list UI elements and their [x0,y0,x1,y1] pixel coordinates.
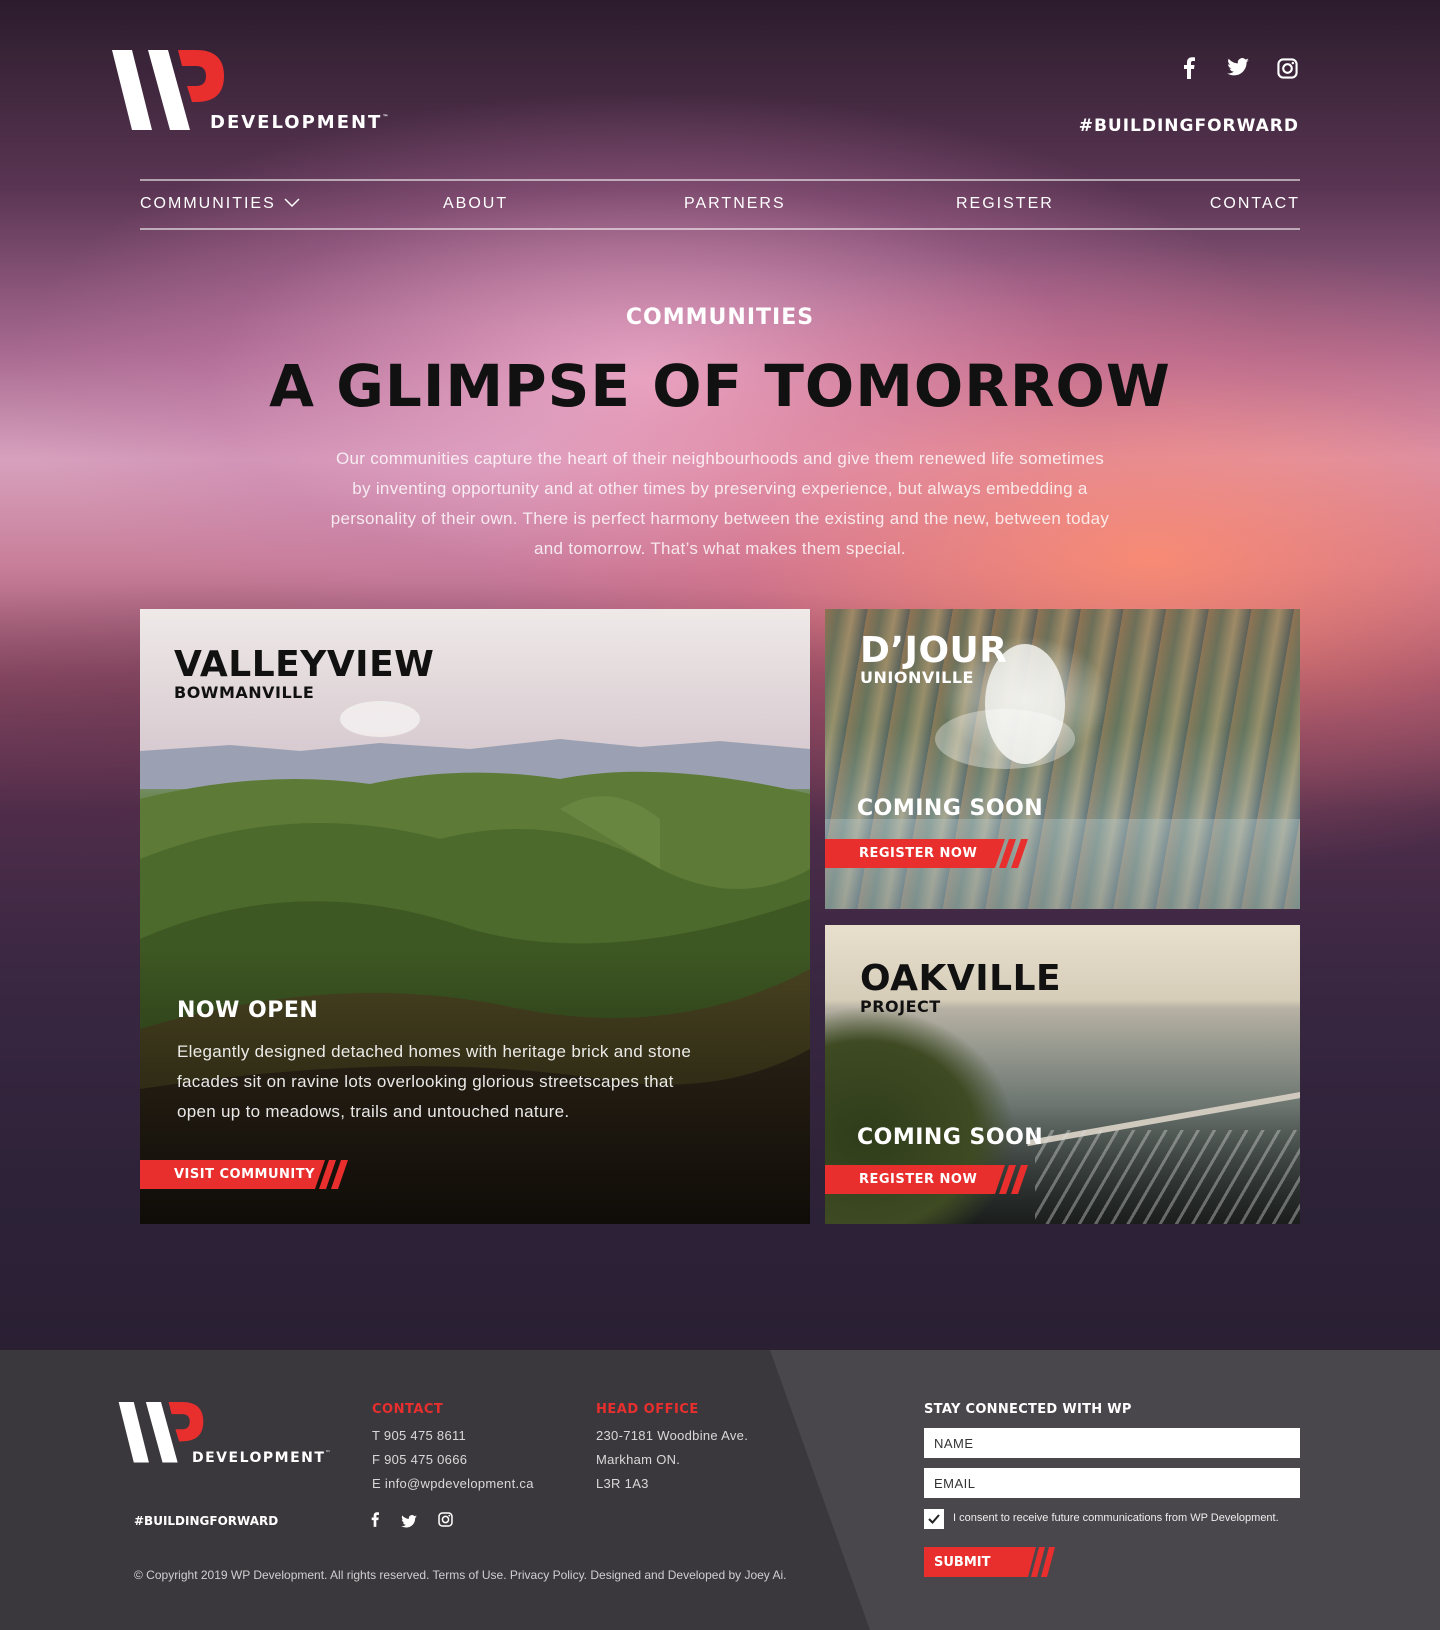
nav-item-register[interactable]: REGISTER [956,195,1054,213]
community-card-djour[interactable]: D’JOUR UNIONVILLE COMING SOON REGISTER N… [825,609,1300,909]
card-title: D’JOUR [860,630,1008,671]
twitter-icon[interactable] [401,1513,417,1532]
register-now-button[interactable]: REGISTER NOW [825,1165,1035,1194]
card-location: BOWMANVILLE [174,683,315,702]
footer-hashtag: #BUILDINGFORWARD [134,1514,279,1528]
nav-item-partners[interactable]: PARTNERS [684,195,786,213]
email-field[interactable] [924,1468,1300,1498]
contact-heading: CONTACT [372,1402,444,1417]
nav-item-contact[interactable]: CONTACT [1210,195,1300,213]
card-status: NOW OPEN [177,998,319,1023]
slash-decoration [1028,1547,1055,1577]
cta-label: REGISTER NOW [825,1165,995,1194]
checkmark-icon [928,1514,940,1524]
community-card-oakville[interactable]: OAKVILLE PROJECT COMING SOON REGISTER NO… [825,925,1300,1224]
contact-phone[interactable]: T 905 475 8611 [372,1428,466,1443]
cta-label: REGISTER NOW [825,839,995,868]
logo[interactable]: DEVELOPMENT™ [112,50,388,134]
nav-item-communities[interactable]: COMMUNITIES [140,195,300,213]
card-status: COMING SOON [857,1125,1044,1150]
office-heading: HEAD OFFICE [596,1402,699,1417]
logo-wordmark: DEVELOPMENT™ [210,112,389,133]
card-title: OAKVILLE [860,958,1062,999]
office-address-line2: Markham ON. [596,1452,681,1467]
logo-wordmark: DEVELOPMENT™ [192,1450,332,1466]
chevron-down-icon [284,195,300,213]
facebook-icon[interactable] [1183,57,1207,81]
copyright: © Copyright 2019 WP Development. All rig… [134,1568,787,1582]
footer: DEVELOPMENT™ #BUILDINGFORWARD CONTACT T … [0,1350,1440,1630]
consent-checkbox[interactable] [924,1509,944,1529]
submit-button[interactable]: SUBMIT [924,1547,1058,1577]
main-nav: COMMUNITIES ABOUT PARTNERS REGISTER CONT… [140,179,1300,230]
slash-decoration [315,1160,348,1189]
intro-paragraph: Our communities capture the heart of the… [330,449,1110,558]
cta-label: VISIT COMMUNITY [140,1160,315,1189]
contact-fax: F 905 475 0666 [372,1452,468,1467]
page-headline: A GLIMPSE OF TOMORROW [269,352,1171,420]
visit-community-button[interactable]: VISIT COMMUNITY [140,1160,355,1189]
newsletter-title: STAY CONNECTED WITH WP [924,1402,1132,1417]
office-address-line1: 230-7181 Woodbine Ave. [596,1428,749,1443]
twitter-icon[interactable] [1227,58,1253,80]
card-location: PROJECT [860,997,941,1016]
card-status: COMING SOON [857,796,1044,821]
register-now-button[interactable]: REGISTER NOW [825,839,1035,868]
facebook-icon[interactable] [371,1512,379,1531]
office-address-line3: L3R 1A3 [596,1476,649,1491]
community-card-valleyview[interactable]: VALLEYVIEW BOWMANVILLE NOW OPEN Elegantl… [140,609,810,1224]
name-field[interactable] [924,1428,1300,1458]
consent-label: I consent to receive future communicatio… [953,1512,1279,1524]
contact-email[interactable]: E info@wpdevelopment.ca [372,1476,534,1491]
section-eyebrow: COMMUNITIES [625,305,815,330]
wp-logo-mark [112,50,224,130]
card-title: VALLEYVIEW [174,644,435,685]
card-description: Elegantly designed detached homes with h… [177,1042,692,1121]
slash-decoration [995,1165,1028,1194]
instagram-icon[interactable] [438,1512,453,1531]
footer-logo[interactable]: DEVELOPMENT™ [118,1402,331,1468]
marina-docks [1035,1130,1300,1224]
card-location: UNIONVILLE [860,668,974,687]
instagram-icon[interactable] [1277,58,1299,80]
nav-item-about[interactable]: ABOUT [443,195,508,213]
header-hashtag: #BUILDINGFORWARD [1078,116,1299,136]
submit-label: SUBMIT [924,1547,1028,1577]
slash-decoration [995,839,1028,868]
